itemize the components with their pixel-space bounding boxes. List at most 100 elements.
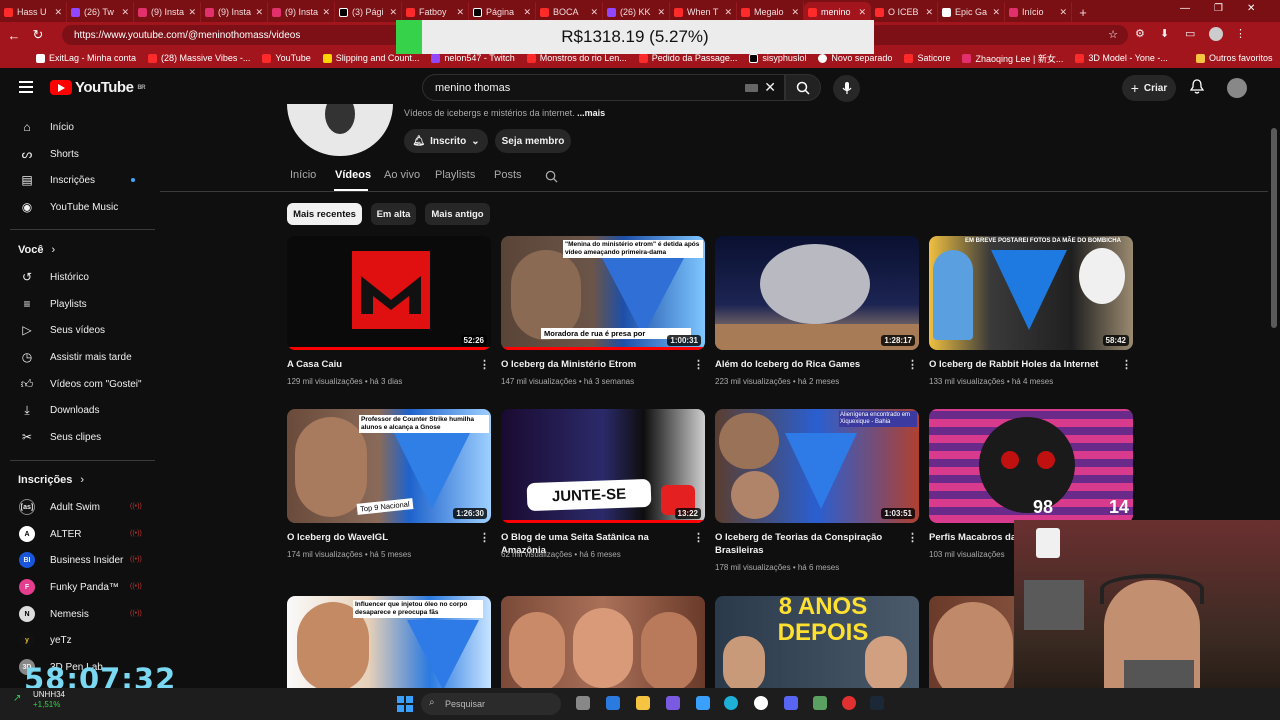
- sidebar-you-header[interactable]: Você ›: [18, 244, 55, 256]
- tab-posts[interactable]: Posts: [494, 169, 522, 181]
- chrome-icon[interactable]: [754, 696, 768, 710]
- video-thumbnail[interactable]: Influencer que injetou óleo no corpo des…: [287, 596, 491, 688]
- bookmark[interactable]: nelon547 - Twitch: [425, 53, 520, 63]
- sidebar-channel[interactable]: BI Business Insider ((•)): [0, 547, 155, 573]
- close-icon[interactable]: ✕: [456, 7, 464, 18]
- downloads-icon[interactable]: ⬇: [1160, 27, 1169, 40]
- close-icon[interactable]: ✕: [389, 7, 397, 18]
- search-input[interactable]: menino thomas ✕: [422, 74, 785, 101]
- browser-tab[interactable]: Hass U ✕: [0, 2, 67, 22]
- more-actions-icon[interactable]: ⋮: [693, 531, 704, 544]
- close-icon[interactable]: ✕: [54, 7, 62, 18]
- bookmark[interactable]: sisyphuslol: [743, 53, 812, 63]
- close-window-icon[interactable]: ✕: [1247, 3, 1255, 14]
- browser-tab[interactable]: Epic Ga ✕: [938, 2, 1005, 22]
- video-thumbnail[interactable]: Professor de Counter Strike humilha alun…: [287, 409, 491, 523]
- video-card[interactable]: Alienígena encontrado em Xiquexique - Ba…: [715, 409, 919, 584]
- notifications-bell-icon[interactable]: [1189, 79, 1205, 98]
- more-actions-icon[interactable]: ⋮: [479, 358, 490, 371]
- browser-tab[interactable]: (9) Insta ✕: [201, 2, 268, 22]
- channel-search-icon[interactable]: [545, 170, 558, 188]
- video-title[interactable]: O Iceberg da Ministério Etrom: [501, 358, 685, 371]
- hamburger-menu-icon[interactable]: [19, 81, 33, 93]
- tab-videos[interactable]: Vídeos: [335, 169, 371, 181]
- close-icon[interactable]: ✕: [255, 7, 263, 18]
- discord-icon[interactable]: [784, 696, 798, 710]
- sidebar-channel[interactable]: y yeTz: [0, 627, 155, 653]
- sidepanel-icon[interactable]: ▭: [1185, 27, 1195, 40]
- video-title[interactable]: Além do Iceberg do Rica Games: [715, 358, 899, 371]
- sidebar-channel[interactable]: A ALTER ((•)): [0, 521, 155, 547]
- video-thumbnail[interactable]: 1:28:17: [715, 236, 919, 350]
- bookmark[interactable]: 3D Model - Yone -...: [1069, 53, 1174, 63]
- edge-icon[interactable]: [724, 696, 738, 710]
- bookmark[interactable]: (28) Massive Vibes -...: [142, 53, 256, 63]
- chip-oldest[interactable]: Mais antigo: [425, 203, 490, 225]
- bookmark[interactable]: Saticore: [898, 53, 956, 63]
- stock-widget[interactable]: ↗ UNHH34 +1,51%: [13, 690, 65, 710]
- video-card[interactable]: EM BREVE POSTAREI FOTOS DA MÃE DO BOMBIC…: [929, 236, 1133, 396]
- browser-tab[interactable]: (9) Insta ✕: [268, 2, 335, 22]
- back-arrow-icon[interactable]: ←: [2, 28, 26, 43]
- bookmark[interactable]: Novo separado: [812, 53, 898, 63]
- video-card[interactable]: 8 ANOS DEPOIS: [715, 596, 919, 688]
- steam-icon[interactable]: [870, 696, 884, 710]
- close-icon[interactable]: ✕: [992, 7, 1000, 18]
- more-actions-icon[interactable]: ⋮: [907, 358, 918, 371]
- search-button[interactable]: [785, 74, 821, 101]
- sidebar-subscriptions-header[interactable]: Inscrições ›: [18, 474, 84, 486]
- tab-live[interactable]: Ao vivo: [384, 169, 420, 181]
- browser-tab[interactable]: (26) Tw ✕: [67, 2, 134, 22]
- browser-tab[interactable]: O ICEB ✕: [871, 2, 938, 22]
- video-card[interactable]: JUNTE-SE 13:22 O Blog de uma Seita Satân…: [501, 409, 705, 569]
- sidebar-channel[interactable]: F Funky Panda™ ((•)): [0, 574, 155, 600]
- browser-tab[interactable]: When T ✕: [670, 2, 737, 22]
- video-card[interactable]: 1:28:17 Além do Iceberg do Rica Games 22…: [715, 236, 919, 396]
- scrollbar-thumb[interactable]: [1271, 128, 1277, 328]
- close-icon[interactable]: ✕: [523, 7, 531, 18]
- video-title[interactable]: O Iceberg do WaveIGL: [287, 531, 471, 544]
- sidebar-item-home[interactable]: ⌂ Início: [0, 114, 155, 140]
- more-actions-icon[interactable]: ⋮: [907, 531, 918, 544]
- new-tab-button[interactable]: +: [1072, 2, 1094, 22]
- video-thumbnail[interactable]: [501, 596, 705, 688]
- minimize-icon[interactable]: —: [1180, 3, 1190, 14]
- sidebar-item-downloads[interactable]: ⤓ Downloads: [0, 397, 155, 423]
- profile-avatar[interactable]: [1209, 27, 1223, 41]
- close-icon[interactable]: ✕: [724, 7, 732, 18]
- close-icon[interactable]: ✕: [657, 7, 665, 18]
- video-thumbnail[interactable]: 8 ANOS DEPOIS: [715, 596, 919, 688]
- sidebar-item-shorts[interactable]: ᔕ Shorts: [0, 141, 155, 167]
- video-title[interactable]: O Iceberg de Teorias da Conspiração Bras…: [715, 531, 899, 557]
- browser-tab-active[interactable]: menino ✕: [804, 2, 871, 22]
- reload-icon[interactable]: ↻: [26, 27, 50, 43]
- voice-search-button[interactable]: [833, 75, 860, 102]
- browser-tab[interactable]: Fatboy ✕: [402, 2, 469, 22]
- video-card[interactable]: [501, 596, 705, 688]
- bookmark[interactable]: ExitLag - Minha conta: [30, 53, 142, 63]
- video-card[interactable]: "Menina do ministério etrom" é detida ap…: [501, 236, 705, 396]
- app-icon[interactable]: [606, 696, 620, 710]
- video-title[interactable]: A Casa Caiu: [287, 358, 471, 371]
- sidebar-item-watch-later[interactable]: ◷ Assistir mais tarde: [0, 344, 155, 370]
- bookmark[interactable]: Slipping and Count...: [317, 53, 426, 63]
- browser-tab[interactable]: (9) Insta ✕: [134, 2, 201, 22]
- browser-tab[interactable]: BOCA ✕: [536, 2, 603, 22]
- tab-playlists[interactable]: Playlists: [435, 169, 475, 181]
- app-icon[interactable]: [842, 696, 856, 710]
- sidebar-channel[interactable]: [as] Adult Swim ((•)): [0, 494, 155, 520]
- sidebar-item-playlists[interactable]: ≡ Playlists: [0, 291, 155, 317]
- taskbar-search[interactable]: ⌕ Pesquisar: [421, 693, 561, 715]
- extensions-icon[interactable]: ⚙: [1135, 27, 1145, 40]
- sidebar-item-youtube-music[interactable]: ◉ YouTube Music: [0, 194, 155, 220]
- sidebar-item-your-videos[interactable]: ▷ Seus vídeos: [0, 317, 155, 343]
- tab-home[interactable]: Início: [290, 169, 316, 181]
- subscribed-button[interactable]: 🔔︎ Inscrito ⌄: [404, 129, 488, 153]
- keyboard-icon[interactable]: [745, 84, 758, 92]
- chip-popular[interactable]: Em alta: [371, 203, 416, 225]
- more-actions-icon[interactable]: ⋮: [1121, 358, 1132, 371]
- video-thumbnail[interactable]: 52:26: [287, 236, 491, 350]
- channel-avatar[interactable]: [287, 104, 393, 156]
- close-icon[interactable]: ✕: [590, 7, 598, 18]
- bookmark-star-icon[interactable]: ☆: [1108, 28, 1118, 41]
